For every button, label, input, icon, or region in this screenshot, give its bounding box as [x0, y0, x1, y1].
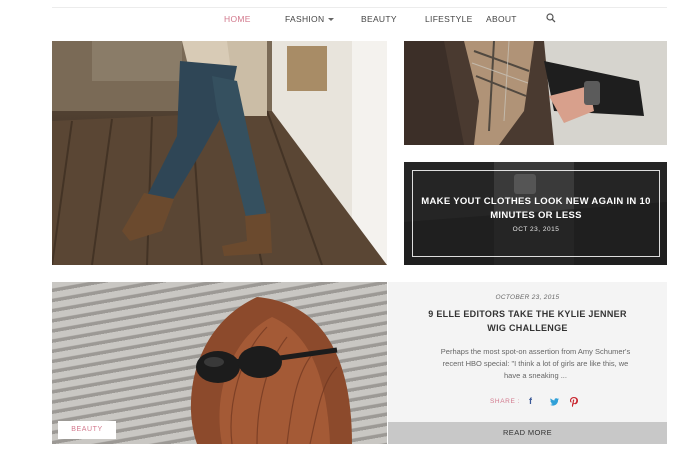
featured-image-main[interactable]: [52, 41, 387, 265]
nav-item-lifestyle[interactable]: LIFESTYLE: [425, 14, 473, 24]
nav-item-about[interactable]: ABOUT: [486, 14, 517, 24]
pinterest-icon[interactable]: [570, 396, 578, 409]
post-image[interactable]: [52, 282, 387, 444]
twitter-icon[interactable]: [550, 396, 559, 408]
post-date: OCTOBER 23, 2015: [495, 294, 560, 301]
post-title[interactable]: 9 ELLE EDITORS TAKE THE KYLIE JENNER WIG…: [420, 307, 635, 335]
facebook-icon[interactable]: f: [529, 396, 532, 406]
chevron-down-icon: [328, 18, 335, 22]
share-label: SHARE :: [490, 398, 521, 405]
nav-item-home[interactable]: HOME: [224, 14, 251, 24]
featured-image-scarf[interactable]: [404, 41, 667, 145]
category-tag[interactable]: BEAUTY: [58, 421, 116, 439]
read-more-button[interactable]: READ MORE: [388, 422, 667, 444]
search-icon[interactable]: [546, 13, 558, 25]
nav-item-fashion[interactable]: FASHION: [285, 14, 335, 24]
main-nav: HOME FASHION BEAUTY LIFESTYLE ABOUT: [52, 8, 667, 32]
nav-item-fashion-label: FASHION: [285, 14, 325, 24]
featured-title[interactable]: MAKE YOUT CLOTHES LOOK NEW AGAIN IN 10 M…: [412, 195, 660, 223]
featured-date: OCT 23, 2015: [512, 226, 560, 233]
post-excerpt: Perhaps the most spot-on assertion from …: [440, 347, 631, 380]
nav-item-beauty[interactable]: BEAUTY: [361, 14, 397, 24]
